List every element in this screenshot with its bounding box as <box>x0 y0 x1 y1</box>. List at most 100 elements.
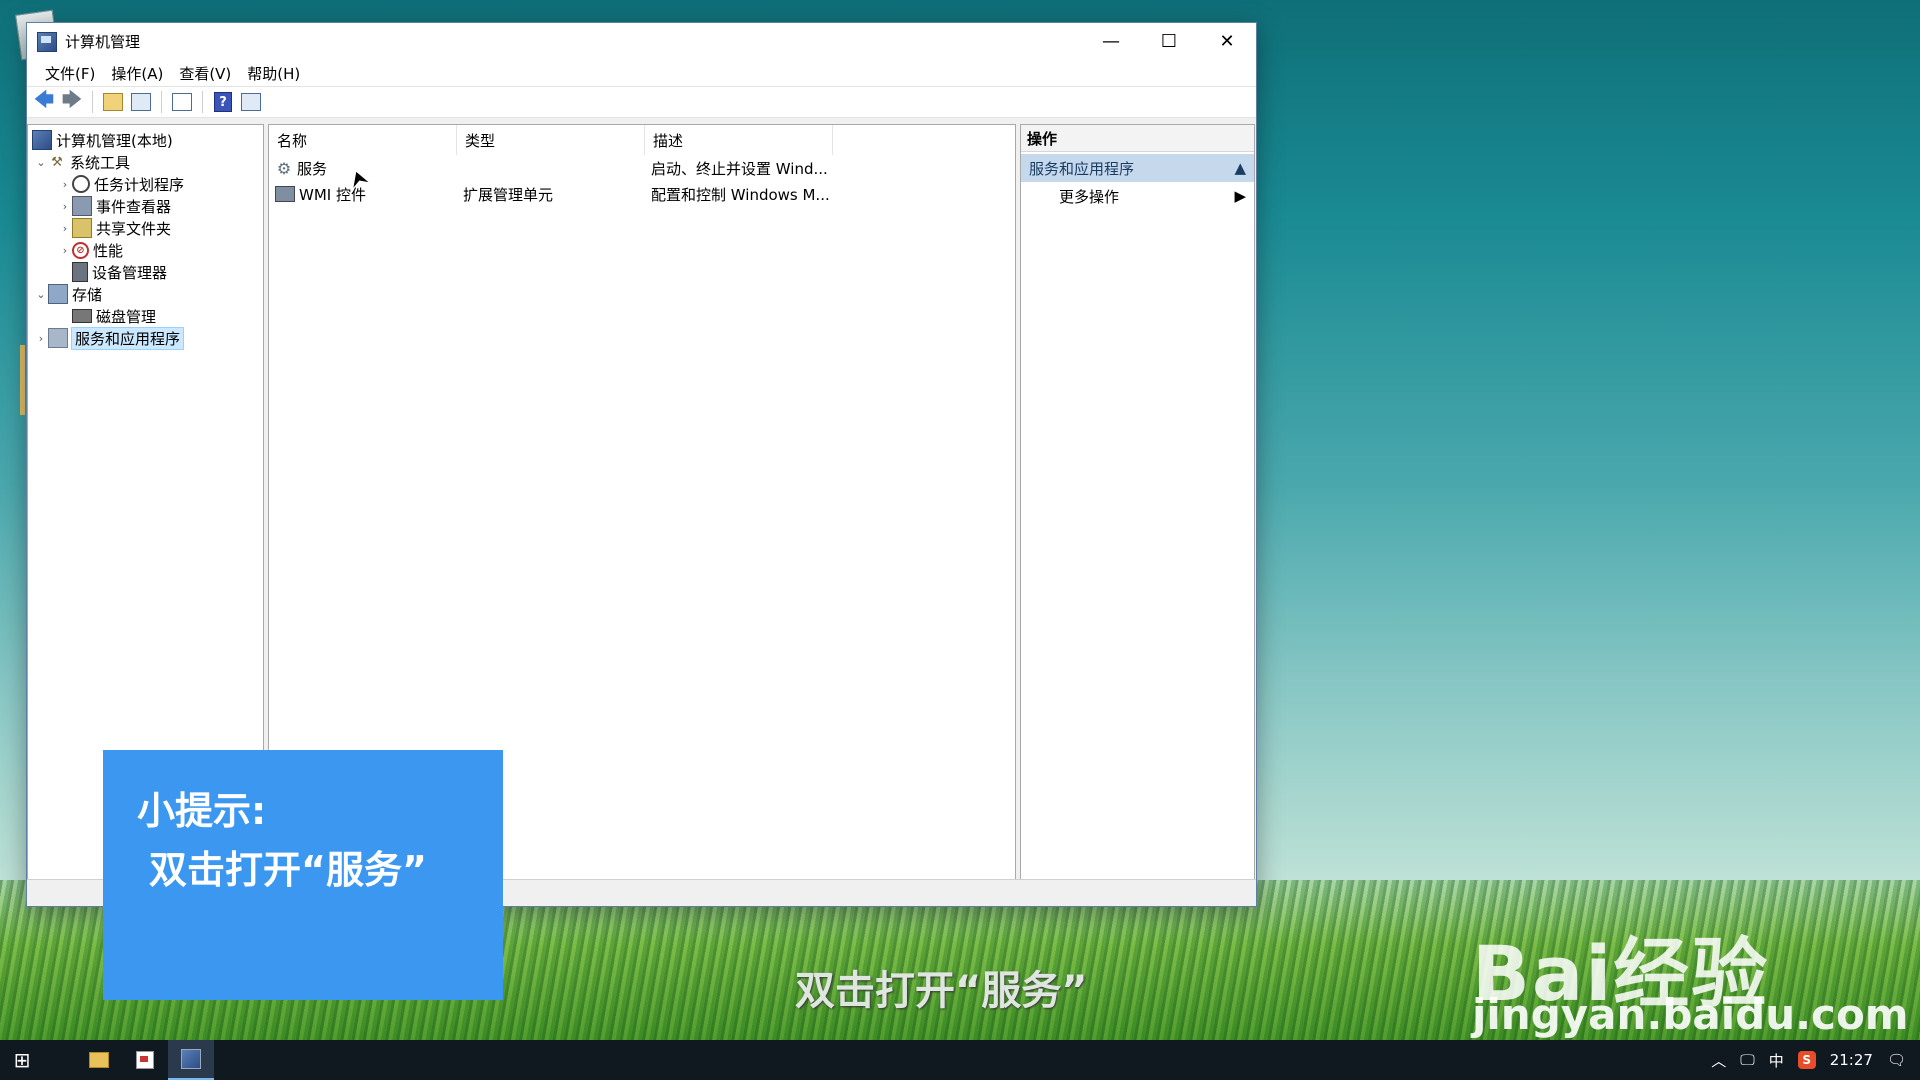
menu-help[interactable]: 帮助(H) <box>239 63 308 84</box>
chevron-right-icon[interactable]: › <box>58 200 72 213</box>
notification-center-icon[interactable]: 🗨 <box>1887 1051 1906 1069</box>
column-header-type[interactable]: 类型 <box>457 125 645 155</box>
action-section-header[interactable]: 服务和应用程序 ▲ <box>1021 154 1254 182</box>
computer-management-icon <box>181 1049 201 1069</box>
sogou-ime-icon[interactable]: S <box>1797 1051 1816 1069</box>
disk-icon <box>72 309 92 323</box>
tree-item-label: 计算机管理(本地) <box>56 131 173 150</box>
tree-item-system-tools[interactable]: ⌄ ⚒ 系统工具 <box>34 151 130 173</box>
back-button[interactable]: 🡄 <box>32 87 56 114</box>
action-section-label: 服务和应用程序 <box>1029 159 1135 178</box>
document-app-icon <box>136 1051 154 1069</box>
tree-item-label: 设备管理器 <box>92 263 168 282</box>
tree-item-label: 事件查看器 <box>96 197 172 216</box>
tools-icon: ⚒ <box>51 154 63 170</box>
watermark-url: jingyan.baidu.com <box>1472 990 1909 1039</box>
chevron-down-icon[interactable]: ⌄ <box>34 156 48 169</box>
column-header-name[interactable]: 名称 <box>269 125 457 155</box>
chevron-right-icon[interactable]: › <box>58 222 72 235</box>
maximize-button[interactable]: ☐ <box>1140 23 1198 60</box>
chevron-right-icon[interactable]: › <box>58 244 72 257</box>
window-title: 计算机管理 <box>65 33 141 51</box>
menu-view[interactable]: 查看(V) <box>171 63 239 84</box>
submenu-arrow-icon: ▶ <box>1234 187 1246 205</box>
taskbar-computer-management[interactable] <box>168 1040 214 1080</box>
window-controls: — ☐ ✕ <box>1082 23 1256 60</box>
computer-management-icon <box>37 31 57 52</box>
gear-icon: ⚙ <box>276 158 292 178</box>
folder-icon <box>89 1052 109 1068</box>
tree-item-label: 服务和应用程序 <box>70 326 185 350</box>
toolbar-separator <box>202 91 203 113</box>
chevron-right-icon[interactable]: › <box>34 332 48 345</box>
collapse-up-icon[interactable]: ▲ <box>1234 159 1246 177</box>
shared-folder-icon <box>72 218 92 238</box>
action-pane-icon <box>241 93 261 111</box>
list-cell-name: ⚙ 服务 <box>275 158 327 179</box>
action-pane: 操作 服务和应用程序 ▲ 更多操作 ▶ <box>1020 124 1255 880</box>
taskbar-app-2[interactable] <box>122 1040 168 1080</box>
network-icon[interactable]: 🖵 <box>1740 1051 1754 1069</box>
performance-icon: ⊘ <box>72 241 89 259</box>
menu-bar: 文件(F) 操作(A) 查看(V) 帮助(H) <box>27 60 1256 86</box>
tree-item-label: 性能 <box>93 241 124 260</box>
tree-item-label: 磁盘管理 <box>96 307 157 326</box>
clock-icon <box>72 175 90 193</box>
console-tree-icon <box>131 93 151 111</box>
tree-item-event-viewer[interactable]: › 事件查看器 <box>58 195 171 217</box>
tree-item-label: 存储 <box>72 285 103 304</box>
action-pane-title: 操作 <box>1021 125 1254 152</box>
back-arrow-icon: 🡄 <box>33 87 55 111</box>
wmi-control-icon <box>275 186 295 202</box>
folder-up-icon <box>103 93 123 111</box>
list-item-name: 服务 <box>297 159 328 178</box>
menu-file[interactable]: 文件(F) <box>37 63 103 84</box>
tree-item-storage[interactable]: ⌄ 存储 <box>34 283 102 305</box>
start-button[interactable]: ⊞ <box>0 1040 44 1080</box>
toolbar-separator <box>92 91 93 113</box>
clock-time[interactable]: 21:27 <box>1830 1051 1873 1069</box>
title-bar[interactable]: 计算机管理 — ☐ ✕ <box>27 23 1256 60</box>
computer-icon <box>32 130 52 150</box>
export-list-icon <box>172 93 192 111</box>
export-list-button[interactable] <box>170 90 194 114</box>
list-item-type: 扩展管理单元 <box>463 185 554 204</box>
tree-item-services-apps[interactable]: › 服务和应用程序 <box>34 326 185 350</box>
tree-item-shared-folders[interactable]: › 共享文件夹 <box>58 217 171 239</box>
storage-icon <box>48 284 68 304</box>
menu-action[interactable]: 操作(A) <box>103 63 171 84</box>
tree-item-device-manager[interactable]: 设备管理器 <box>72 261 167 283</box>
tip-box: 小提示: 双击打开“服务” <box>103 750 503 1000</box>
more-actions-item[interactable]: 更多操作 ▶ <box>1021 182 1254 210</box>
list-item-description: 配置和控制 Windows M... <box>651 185 830 204</box>
tip-body: 双击打开“服务” <box>149 848 427 892</box>
more-actions-label: 更多操作 <box>1059 187 1120 206</box>
show-hide-tree-button[interactable] <box>129 90 153 114</box>
tree-item-label: 共享文件夹 <box>96 219 172 238</box>
help-button[interactable]: ? <box>211 90 235 114</box>
tree-item-label: 任务计划程序 <box>94 175 185 194</box>
ime-indicator[interactable]: 中 <box>1769 1050 1784 1071</box>
system-tray: ︿ 🖵 中 S 21:27 🗨 <box>1711 1040 1920 1080</box>
column-header-description[interactable]: 描述 <box>645 125 833 155</box>
forward-arrow-icon: 🡆 <box>61 87 83 111</box>
tip-title: 小提示: <box>137 789 267 833</box>
tree-item-root[interactable]: 计算机管理(本地) <box>32 129 173 151</box>
chevron-right-icon[interactable]: › <box>58 178 72 191</box>
minimize-button[interactable]: — <box>1082 23 1140 60</box>
device-manager-icon <box>72 262 88 282</box>
chevron-down-icon[interactable]: ⌄ <box>34 288 48 301</box>
tree-item-label: 系统工具 <box>70 153 131 172</box>
forward-button[interactable]: 🡆 <box>60 87 84 114</box>
help-icon: ? <box>214 92 232 112</box>
tree-item-performance[interactable]: › ⊘ 性能 <box>58 239 123 261</box>
show-hide-action-pane-button[interactable] <box>239 90 263 114</box>
tree-item-disk-management[interactable]: 磁盘管理 <box>72 305 156 327</box>
services-apps-icon <box>48 328 68 348</box>
list-item-description: 启动、终止并设置 Wind... <box>651 159 828 178</box>
close-button[interactable]: ✕ <box>1198 23 1256 60</box>
show-hidden-icons-chevron-icon[interactable]: ︿ <box>1711 1050 1726 1071</box>
up-level-button[interactable] <box>101 90 125 114</box>
tree-item-task-scheduler[interactable]: › 任务计划程序 <box>58 173 184 195</box>
taskbar-file-explorer[interactable] <box>76 1040 122 1080</box>
